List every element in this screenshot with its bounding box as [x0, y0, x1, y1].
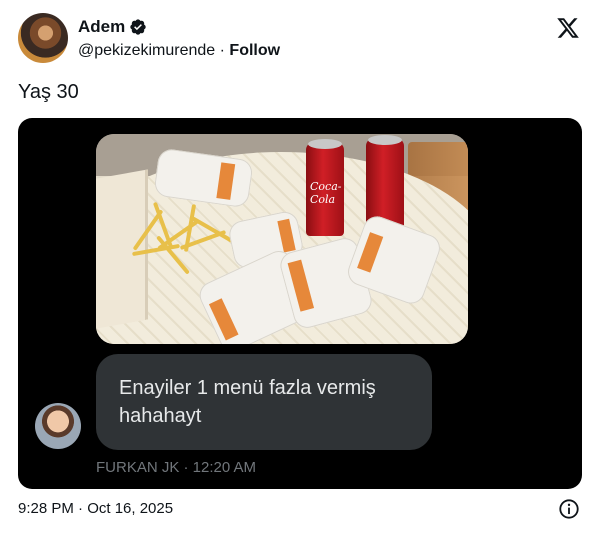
dm-sender-meta: FURKAN JK · 12:20 AM: [96, 459, 257, 476]
user-names: Adem @pekizekimurende · Follow: [78, 17, 280, 61]
tweet-timestamp[interactable]: 9:28 PM · Oct 16, 2025: [18, 500, 173, 517]
display-name-row[interactable]: Adem: [78, 17, 147, 37]
photo-fries: [126, 196, 236, 286]
can-label: Coca-Cola: [310, 180, 342, 206]
separator-dot: ·: [215, 42, 230, 59]
handle-row: @pekizekimurende · Follow: [78, 41, 280, 61]
x-logo-icon[interactable]: [556, 16, 580, 40]
tweet-text: Yaş 30: [18, 81, 79, 103]
photo-cola-can-1: Coca-Cola: [306, 139, 344, 236]
tweet-header: Adem @pekizekimurende · Follow: [18, 13, 588, 65]
user-handle[interactable]: @pekizekimurende: [78, 42, 215, 59]
display-name[interactable]: Adem: [78, 17, 125, 37]
tweet-media[interactable]: Coca-Cola Enayiler 1 menü fazla vermiş h…: [18, 118, 582, 489]
follow-button[interactable]: Follow: [229, 42, 280, 59]
dm-message-text: Enayiler 1 menü fazla vermiş hahahayt: [119, 377, 376, 427]
dm-sender-avatar: [35, 403, 81, 449]
user-avatar[interactable]: [18, 13, 68, 63]
info-icon[interactable]: [558, 498, 580, 520]
verified-badge-icon: [130, 19, 146, 35]
dm-message-bubble: Enayiler 1 menü fazla vermiş hahahayt: [96, 354, 432, 450]
photo-fastfood-table: Coca-Cola: [96, 134, 468, 344]
